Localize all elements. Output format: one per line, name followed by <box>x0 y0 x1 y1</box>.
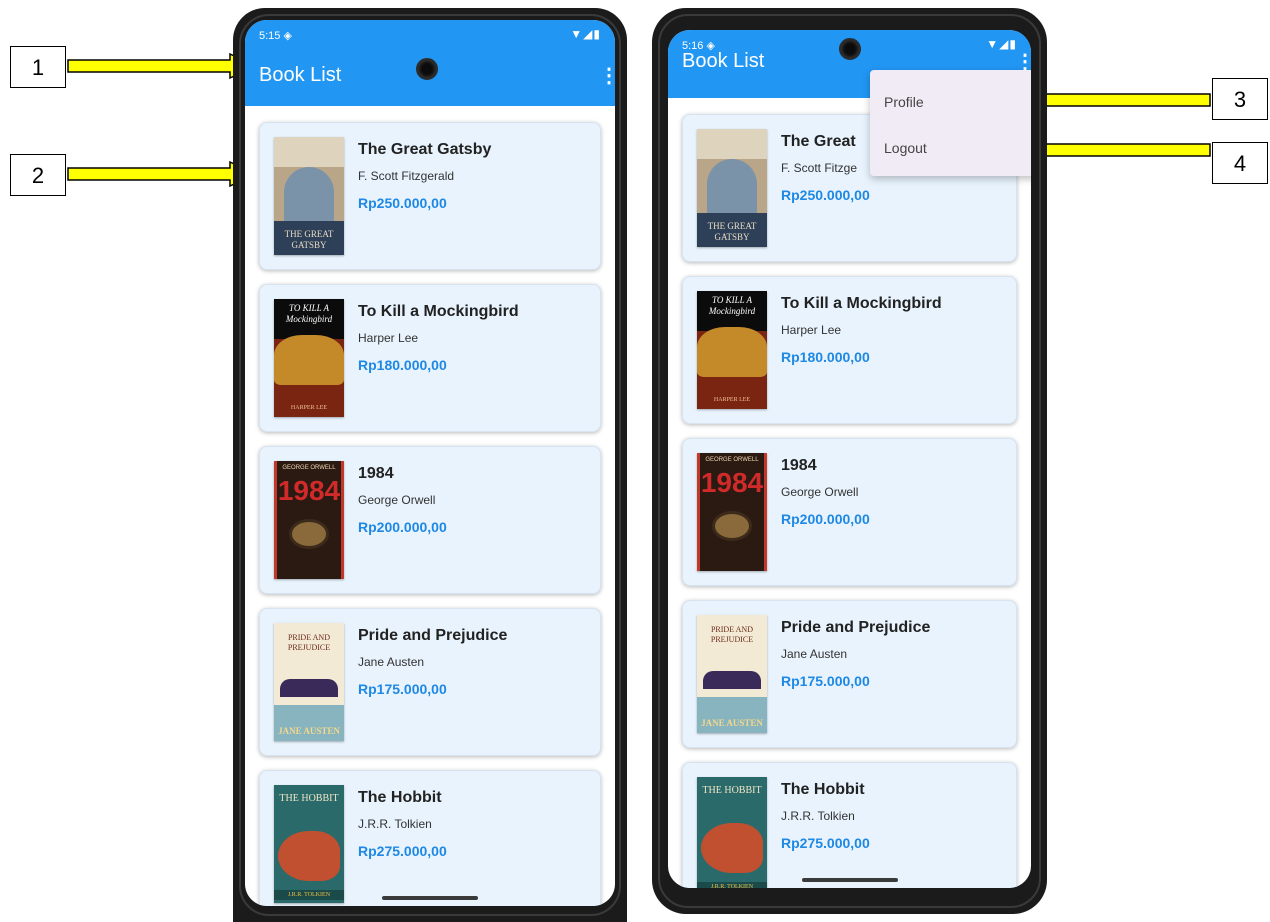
book-cover-hobbit: THE HOBBIT J.R.R. TOLKIEN <box>274 785 344 903</box>
app-title: Book List <box>682 50 765 72</box>
book-cover-gatsby: THE GREAT GATSBY <box>274 137 344 255</box>
book-title: The Great Gatsby <box>358 141 492 158</box>
book-author: George Orwell <box>781 485 859 499</box>
book-author: F. Scott Fitzge <box>781 161 858 175</box>
status-icons: ▼◢▮ <box>986 37 1017 51</box>
book-price: Rp175.000,00 <box>781 673 870 689</box>
book-price: Rp200.000,00 <box>358 519 447 535</box>
book-price: Rp275.000,00 <box>781 835 870 851</box>
camera-cutout <box>416 58 438 80</box>
book-price: Rp200.000,00 <box>781 511 870 527</box>
book-author: George Orwell <box>358 493 436 507</box>
callout-2: 2 <box>10 154 66 196</box>
book-title: The Hobbit <box>781 781 865 798</box>
book-card-gatsby[interactable]: THE GREAT GATSBY The Great Gatsby F. Sco… <box>259 122 601 270</box>
more-vert-icon[interactable]: ⋮ <box>599 66 615 86</box>
book-card-hobbit[interactable]: THE HOBBIT J.R.R. TOLKIEN The Hobbit J.R… <box>682 762 1017 888</box>
book-card-pride[interactable]: PRIDE AND PREJUDICE JANE AUSTEN Pride an… <box>682 600 1017 748</box>
screen-left: 5:15 ◈ ▼◢▮ Book List ⋮ THE GREAT GATSBY … <box>245 20 615 906</box>
book-card-1984[interactable]: GEORGE ORWELL 1984 1984 George Orwell Rp… <box>682 438 1017 586</box>
overflow-menu: Profile Logout <box>870 70 1031 176</box>
home-indicator[interactable] <box>801 878 898 882</box>
status-time: 5:15 ◈ <box>259 30 292 42</box>
book-cover-1984: GEORGE ORWELL 1984 <box>697 453 767 571</box>
callout-arrow-2 <box>67 160 258 188</box>
callout-3: 3 <box>1212 78 1268 120</box>
menu-item-profile[interactable]: Profile <box>884 88 1024 116</box>
camera-cutout <box>839 38 861 60</box>
book-price: Rp250.000,00 <box>781 187 870 203</box>
book-author: Jane Austen <box>781 647 848 661</box>
book-price: Rp180.000,00 <box>781 349 870 365</box>
book-card-hobbit[interactable]: THE HOBBIT J.R.R. TOLKIEN The Hobbit J.R… <box>259 770 601 906</box>
book-cover-hobbit: THE HOBBIT J.R.R. TOLKIEN <box>697 777 767 888</box>
home-indicator[interactable] <box>382 896 478 900</box>
book-title: To Kill a Mockingbird <box>358 303 519 320</box>
book-title: The Great <box>781 133 856 150</box>
book-card-mockingbird[interactable]: TO KILL A Mockingbird HARPER LEE To Kill… <box>682 276 1017 424</box>
book-author: J.R.R. Tolkien <box>781 809 855 823</box>
book-price: Rp275.000,00 <box>358 843 447 859</box>
book-author: Jane Austen <box>358 655 425 669</box>
book-cover-gatsby: THE GREAT GATSBY <box>697 129 767 247</box>
book-author: J.R.R. Tolkien <box>358 817 432 831</box>
book-price: Rp180.000,00 <box>358 357 447 373</box>
book-card-1984[interactable]: GEORGE ORWELL 1984 1984 George Orwell Rp… <box>259 446 601 594</box>
book-cover-1984: GEORGE ORWELL 1984 <box>274 461 344 579</box>
book-title: 1984 <box>781 457 817 474</box>
callout-1: 1 <box>10 46 66 88</box>
app-title: Book List <box>259 64 342 86</box>
book-cover-mockingbird: TO KILL A Mockingbird HARPER LEE <box>274 299 344 417</box>
menu-item-logout[interactable]: Logout <box>884 134 1024 162</box>
phone-frame-left: 5:15 ◈ ▼◢▮ Book List ⋮ THE GREAT GATSBY … <box>233 8 627 922</box>
callout-arrow-1 <box>67 52 258 80</box>
screen-right: 5:16 ◈ ▼◢▮ Book List ⋮ THE GREAT GATSBY … <box>668 30 1031 888</box>
book-list[interactable]: THE GREAT GATSBY The Great Gatsby F. Sco… <box>259 122 601 906</box>
book-title: Pride and Prejudice <box>781 619 931 636</box>
book-author: Harper Lee <box>358 331 419 345</box>
book-cover-mockingbird: TO KILL A Mockingbird HARPER LEE <box>697 291 767 409</box>
book-cover-pride: PRIDE AND PREJUDICE JANE AUSTEN <box>697 615 767 733</box>
book-title: The Hobbit <box>358 789 442 806</box>
book-title: To Kill a Mockingbird <box>781 295 942 312</box>
book-list[interactable]: THE GREAT GATSBY The Great F. Scott Fitz… <box>682 114 1017 888</box>
book-cover-pride: PRIDE AND PREJUDICE JANE AUSTEN <box>274 623 344 741</box>
book-author: F. Scott Fitzgerald <box>358 169 455 183</box>
book-author: Harper Lee <box>781 323 842 337</box>
phone-frame-right: 5:16 ◈ ▼◢▮ Book List ⋮ THE GREAT GATSBY … <box>652 8 1047 914</box>
book-price: Rp175.000,00 <box>358 681 447 697</box>
status-icons: ▼◢▮ <box>570 27 601 41</box>
book-price: Rp250.000,00 <box>358 195 447 211</box>
book-title: Pride and Prejudice <box>358 627 508 644</box>
book-card-pride[interactable]: PRIDE AND PREJUDICE JANE AUSTEN Pride an… <box>259 608 601 756</box>
more-vert-icon[interactable]: ⋮ <box>1015 52 1031 72</box>
book-card-mockingbird[interactable]: TO KILL A Mockingbird HARPER LEE To Kill… <box>259 284 601 432</box>
book-title: 1984 <box>358 465 394 482</box>
callout-4: 4 <box>1212 142 1268 184</box>
